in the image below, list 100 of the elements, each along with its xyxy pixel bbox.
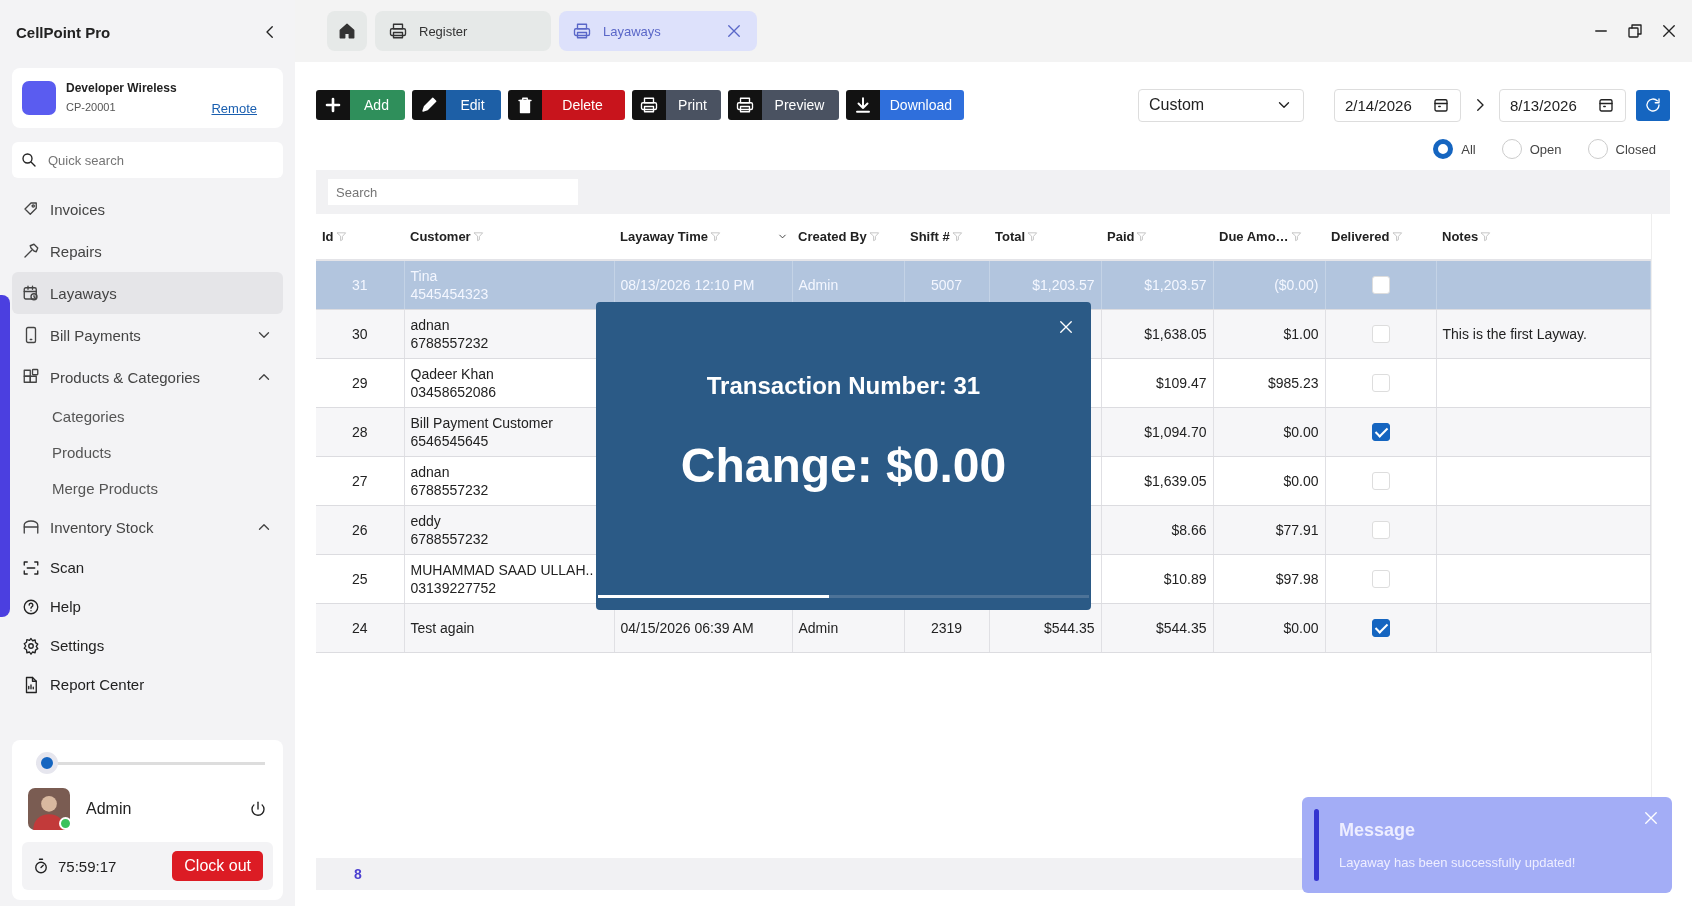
customer-name: adnan [410,463,451,480]
filter-icon[interactable] [1027,231,1039,242]
column-header[interactable]: Id [322,229,334,244]
customer-name: Tina [410,267,439,284]
slider-thumb[interactable] [36,752,58,774]
checkbox[interactable] [1371,618,1390,637]
store-name: Developer Wireless [66,80,178,95]
power-icon[interactable] [249,800,267,818]
table-cell: $1,639.05 [1101,456,1213,505]
toolbar-button[interactable]: Add [316,90,405,120]
table-cell: $985.23 [1213,358,1325,407]
toolbar-button[interactable]: Print [632,90,721,120]
table-cell: $0.00 [1213,603,1325,652]
nav-item[interactable]: Report Center [12,665,283,704]
radio-button[interactable]: Open [1501,139,1562,159]
table-cell: $0.00 [1213,456,1325,505]
toolbar-button[interactable]: Delete [508,90,625,120]
checkbox[interactable] [1371,422,1390,441]
filter-icon[interactable] [1480,231,1492,242]
filter-icon[interactable] [335,231,347,242]
table-cell: ($0.00) [1213,260,1325,309]
close-icon[interactable] [1660,22,1678,40]
phone-number: 4545454323 [410,285,490,302]
column-header[interactable]: Total [995,229,1026,244]
column-header[interactable]: Notes [1442,229,1479,244]
archive-icon [22,518,40,536]
table-cell: $1,203.57 [1101,260,1213,309]
toolbar-button[interactable]: Download [846,90,964,120]
nav-item[interactable]: Scan [12,548,283,587]
filter-icon[interactable] [868,231,880,242]
column-header[interactable]: Delivered [1331,229,1390,244]
tag-icon [22,200,40,218]
phone-number: 03139227752 [410,579,498,596]
column-header[interactable]: Due Amo… [1219,229,1289,244]
column-header[interactable]: Created By [798,229,867,244]
help-icon [22,597,40,616]
column-header[interactable]: Shift # [910,229,950,244]
calendar-icon [1597,96,1615,114]
column-header[interactable]: Layaway Time [620,229,708,244]
tab[interactable]: Register [375,11,551,51]
table-cell: $1,638.05 [1101,309,1213,358]
search-field[interactable]: Quick search [46,142,275,178]
nav-item[interactable]: Products & Categories [12,356,283,398]
nav-item[interactable]: Invoices [12,188,283,230]
filter-icon[interactable] [951,231,963,242]
remote-link[interactable]: Remote [211,100,257,116]
nav-subitem[interactable]: Products [12,434,283,470]
customer-name: MUHAMMAD SAAD ULLAH.. [410,561,595,578]
nav-subitem[interactable]: Merge Products [12,470,283,506]
close-icon[interactable] [1057,318,1075,336]
search-box[interactable]: Quick search [12,142,283,178]
radio-button[interactable]: All [1433,139,1476,159]
filter-icon[interactable] [472,231,484,242]
filter-icon[interactable] [1136,231,1148,242]
nav-item[interactable]: Repairs [12,230,283,272]
phone-number: 6546545645 [410,432,490,449]
toolbar-button[interactable]: Preview [728,90,839,120]
nav-subitem[interactable]: Categories [12,398,283,434]
refresh-button[interactable] [1636,89,1670,121]
toast-message: Layaway has been successfully updated! [1339,855,1577,870]
plus-icon [324,96,342,114]
table-cell: 26 [316,505,404,554]
calendar-icon [1432,96,1450,114]
edge-handle[interactable] [0,295,10,617]
clock-out-button[interactable]: Clock out [172,851,263,881]
search-field[interactable]: Search [328,179,578,205]
table-cell: $8.66 [1101,505,1213,554]
change-amount: Change: $0.00 [680,438,1007,493]
toast-title: Message [1339,820,1417,841]
nav-item[interactable]: Bill Payments [12,314,283,356]
refresh-icon [1644,96,1662,114]
restore-icon[interactable] [1626,22,1644,40]
timer-text: 75:59:17 [58,857,118,875]
printer-icon [573,22,591,40]
nav-item[interactable]: Inventory Stock [12,506,283,548]
filter-icon[interactable] [1391,231,1403,242]
customer-name: eddy [410,512,442,529]
table-cell: $109.47 [1101,358,1213,407]
period-dropdown[interactable]: Custom [1138,88,1304,122]
filter-icon[interactable] [709,231,721,242]
date-field[interactable]: 8/13/2026 [1499,88,1626,122]
table-row[interactable]: 24 Test again 04/15/2026 06:39 AM Admin 2319 $544.35 $544.35 $0.00 [316,603,1650,652]
tab[interactable] [327,11,367,51]
scan-icon [22,558,40,577]
toolbar-button[interactable]: Edit [412,90,501,120]
nav-item[interactable]: Help [12,587,283,626]
tab[interactable]: Layaways [559,11,757,51]
column-header[interactable]: Customer [410,229,471,244]
customer-name: Qadeer Khan [410,365,495,382]
table-cell: 25 [316,554,404,603]
phone-number: 6788557232 [410,530,490,547]
nav-item[interactable]: Layaways [12,272,283,314]
date-field[interactable]: 2/14/2026 [1334,88,1461,122]
filter-icon[interactable] [1290,231,1302,242]
table-cell: $1.00 [1213,309,1325,358]
table-cell: $77.91 [1213,505,1325,554]
column-header[interactable]: Paid [1107,229,1135,244]
home-icon [338,22,356,40]
nav-item[interactable]: Settings [12,626,283,665]
radio-button[interactable]: Closed [1587,139,1656,159]
